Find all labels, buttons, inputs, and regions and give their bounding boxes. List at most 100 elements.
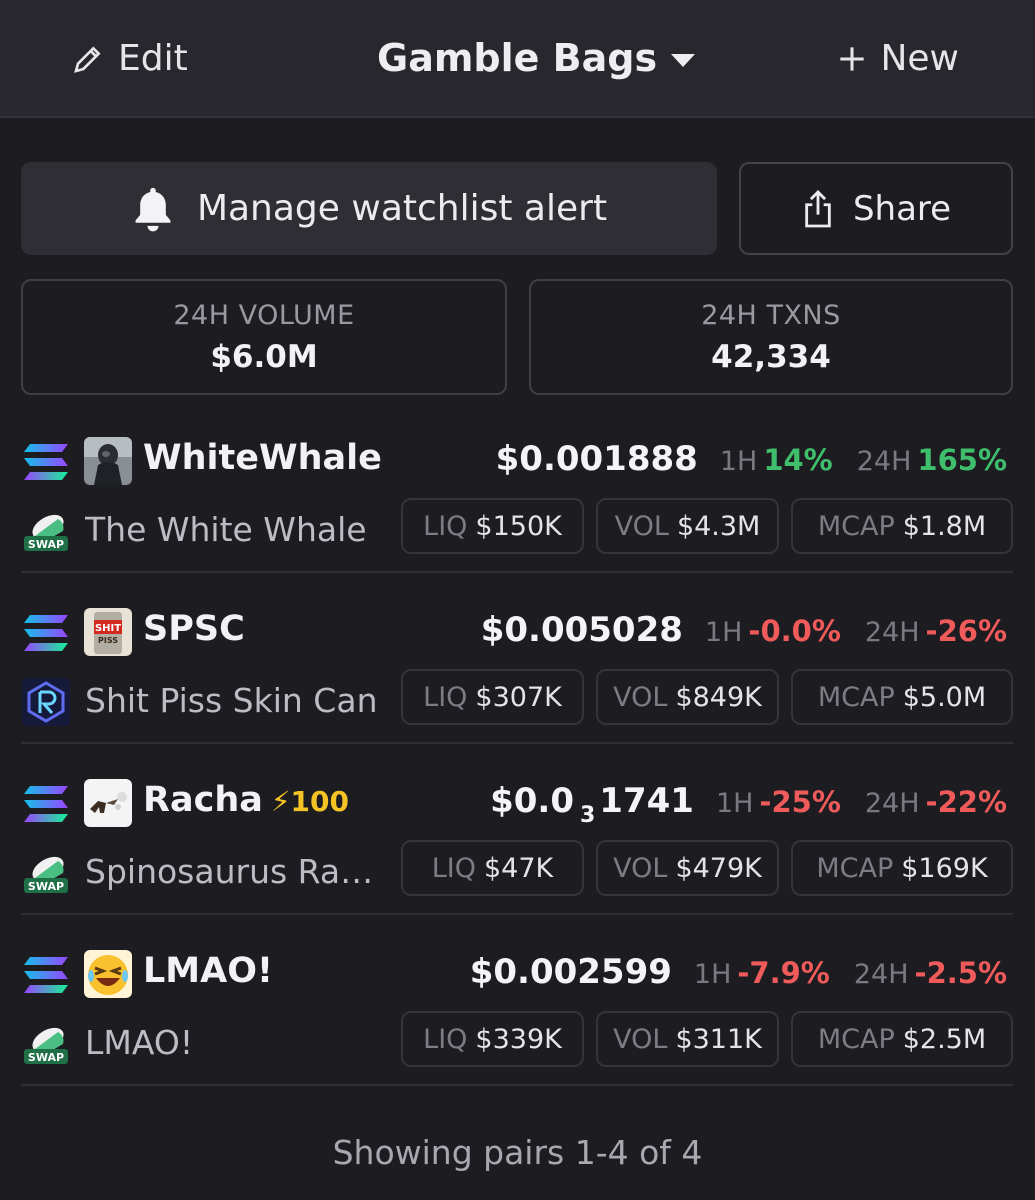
- price-zero-count: 3: [579, 803, 596, 828]
- vol-value: $4.3M: [676, 510, 761, 542]
- price-line: $0.0 3 1741 1H -25% 24H -22%: [490, 781, 1007, 828]
- pair-name: The White Whale: [85, 510, 367, 549]
- raydium-icon: [22, 678, 70, 726]
- liquidity-pill: LIQ $307K: [401, 669, 584, 725]
- liq-value: $47K: [484, 852, 554, 884]
- mcap-value: $1.8M: [902, 510, 987, 542]
- liq-value: $307K: [475, 681, 562, 713]
- change-24h-label: 24H: [853, 959, 909, 990]
- vol-value: $849K: [675, 681, 762, 713]
- pair-symbol: LMAO!: [143, 951, 273, 991]
- change-1h-value: -0.0%: [748, 614, 841, 648]
- change-24h-label: 24H: [864, 617, 920, 648]
- vol-label: VOL: [613, 1023, 668, 1055]
- pencil-icon: [74, 45, 101, 73]
- liquidity-pill: LIQ $339K: [401, 1011, 584, 1067]
- solana-icon: [24, 615, 68, 651]
- change-1h-value: -25%: [759, 785, 841, 819]
- vol-label: VOL: [613, 852, 668, 884]
- liq-label: LIQ: [423, 510, 468, 542]
- change-24h-value: -26%: [925, 614, 1007, 648]
- row-divider: [21, 913, 1013, 915]
- change-24h-label: 24H: [864, 788, 920, 819]
- vol-label: VOL: [614, 510, 669, 542]
- change-1h-label: 1H: [715, 788, 754, 819]
- pagination-status: Showing pairs 1-4 of 4: [332, 1133, 703, 1172]
- top-bar: Edit Gamble Bags New: [0, 0, 1035, 118]
- volume-pill: VOL $849K: [596, 669, 779, 725]
- liquidity-pill: LIQ $47K: [401, 840, 584, 896]
- pair-price: $0.001888: [495, 439, 698, 479]
- change-24h-label: 24H: [856, 446, 912, 477]
- new-label: New: [880, 38, 959, 79]
- whitewhale-token-icon: [84, 437, 132, 485]
- change-24h-value: -2.5%: [914, 956, 1007, 990]
- pair-row-spsc[interactable]: SHIT PISS SPSC Shit Piss Skin Can $0.005…: [0, 593, 1035, 743]
- pair-row-whitewhale[interactable]: SWAP WhiteWhale The White Whale $0.00188…: [0, 422, 1035, 572]
- pair-row-racha[interactable]: SWAP Racha ⚡100 Spinosaurus Rac... $0.0 3 1…: [0, 764, 1035, 914]
- change-1h-value: -7.9%: [737, 956, 830, 990]
- change-1h-label: 1H: [719, 446, 758, 477]
- svg-text:PISS: PISS: [98, 636, 118, 645]
- volume-pill: VOL $479K: [596, 840, 779, 896]
- lmao-token-icon: [84, 950, 132, 998]
- swap-pill-icon: SWAP: [24, 514, 68, 551]
- new-watchlist-button[interactable]: New: [838, 38, 959, 79]
- vol-value: $311K: [675, 1023, 762, 1055]
- liquidity-pill: LIQ $150K: [401, 498, 584, 554]
- change-24h-value: -22%: [925, 785, 1007, 819]
- plus-icon: [840, 46, 865, 71]
- vol-value: $479K: [675, 852, 762, 884]
- svg-text:SWAP: SWAP: [28, 1051, 64, 1064]
- mcap-label: MCAP: [816, 852, 894, 884]
- liq-value: $339K: [475, 1023, 562, 1055]
- change-1h-label: 1H: [704, 617, 743, 648]
- pair-row-lmao[interactable]: SWAP LMAO! LMAO! $0.002599 1H -7.9% 24H …: [0, 935, 1035, 1085]
- mcap-label: MCAP: [817, 681, 895, 713]
- watchlist-title: Gamble Bags: [377, 36, 658, 80]
- pair-name: LMAO!: [85, 1023, 194, 1062]
- volume-value: $6.0M: [210, 338, 318, 375]
- txns-label: 24H TXNS: [701, 299, 841, 331]
- volume-stat-card: 24H VOLUME $6.0M: [21, 279, 507, 395]
- liq-label: LIQ: [423, 1023, 468, 1055]
- mcap-value: $5.0M: [902, 681, 987, 713]
- svg-text:SWAP: SWAP: [28, 538, 64, 551]
- pair-price: $0.002599: [469, 952, 672, 992]
- edit-button[interactable]: Edit: [72, 38, 188, 79]
- svg-text:SHIT: SHIT: [95, 623, 121, 634]
- mcap-pill: MCAP $5.0M: [791, 669, 1013, 725]
- pair-symbol: SPSC: [143, 609, 245, 649]
- share-icon: [805, 189, 831, 227]
- mcap-pill: MCAP $169K: [791, 840, 1013, 896]
- row-divider: [21, 1084, 1013, 1086]
- price-line: $0.002599 1H -7.9% 24H -2.5%: [470, 952, 1007, 992]
- manage-watchlist-alert-button[interactable]: Manage watchlist alert: [21, 162, 717, 255]
- mcap-value: $169K: [901, 852, 988, 884]
- solana-icon: [24, 957, 68, 993]
- pair-symbol: WhiteWhale: [143, 438, 382, 478]
- svg-text:SWAP: SWAP: [28, 880, 64, 893]
- share-button[interactable]: Share: [739, 162, 1013, 255]
- watchlist-selector[interactable]: Gamble Bags: [377, 36, 696, 80]
- racha-token-icon: [84, 779, 132, 827]
- pair-price: $0.005028: [480, 610, 683, 650]
- txns-value: 42,334: [711, 338, 831, 375]
- swap-pill-icon: SWAP: [24, 1027, 68, 1064]
- mcap-value: $2.5M: [902, 1023, 987, 1055]
- liq-label: LIQ: [423, 681, 468, 713]
- mcap-pill: MCAP $1.8M: [791, 498, 1013, 554]
- pair-symbol: Racha ⚡100: [143, 780, 349, 820]
- pair-name: Shit Piss Skin Can: [85, 681, 378, 720]
- change-24h-value: 165%: [917, 443, 1007, 477]
- edit-label: Edit: [118, 38, 188, 79]
- vol-label: VOL: [613, 681, 668, 713]
- pair-name: Spinosaurus Rac...: [85, 852, 385, 891]
- pair-price: $0.0 3 1741: [490, 781, 694, 828]
- bell-icon: [135, 187, 171, 231]
- volume-pill: VOL $4.3M: [596, 498, 779, 554]
- row-divider: [21, 742, 1013, 744]
- change-1h-label: 1H: [693, 959, 732, 990]
- volume-pill: VOL $311K: [596, 1011, 779, 1067]
- change-1h-value: 14%: [763, 443, 833, 477]
